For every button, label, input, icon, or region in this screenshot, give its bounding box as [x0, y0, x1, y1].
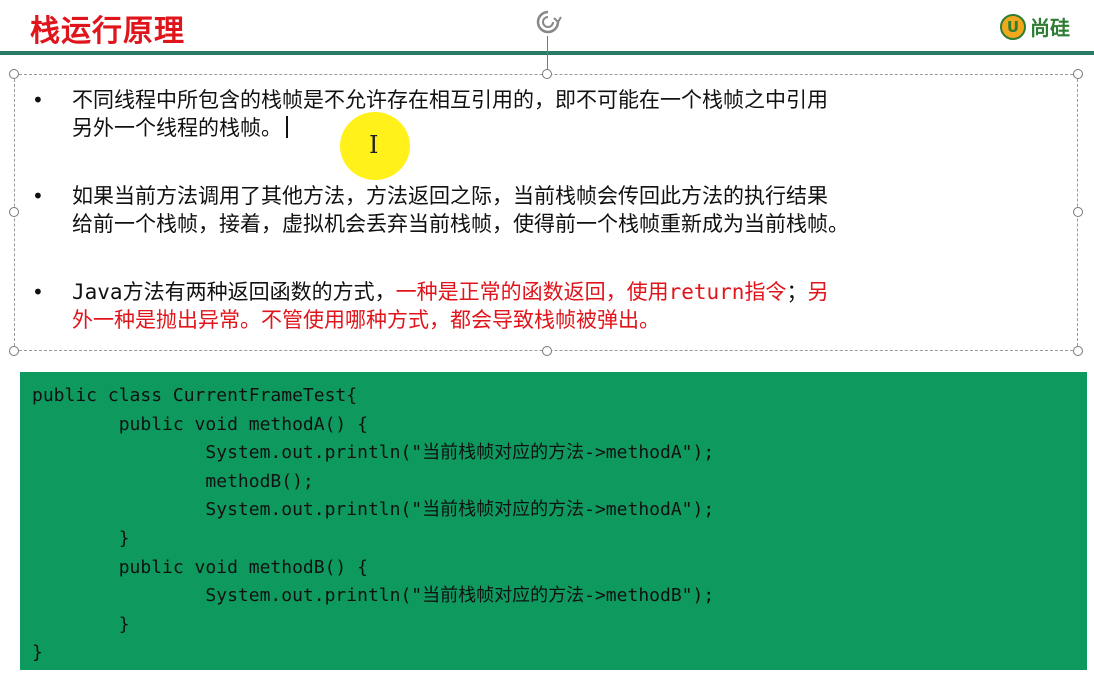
brand: U 尚硅	[1000, 12, 1070, 41]
rotate-handle-icon[interactable]	[534, 8, 562, 36]
text-caret	[286, 116, 288, 138]
code-line: System.out.println("当前栈帧对应的方法->methodB")…	[32, 585, 715, 607]
resize-handle-top-middle[interactable]	[542, 69, 552, 79]
brand-logo-icon: U	[1000, 13, 1026, 40]
code-line: System.out.println("当前栈帧对应的方法->methodA")…	[32, 442, 715, 464]
code-block[interactable]: public class CurrentFrameTest{ public vo…	[20, 372, 1087, 670]
code-line: public class CurrentFrameTest{	[32, 385, 358, 406]
code-line: System.out.println("当前栈帧对应的方法->methodA")…	[32, 499, 715, 521]
code-line: public void methodB() {	[32, 556, 368, 578]
bullet-item: • 不同线程中所包含的栈帧是不允许存在相互引用的，即不可能在一个栈帧之中引用 另…	[30, 86, 1080, 142]
resize-handle-top-right[interactable]	[1073, 69, 1083, 79]
bullet-text-line: 另外一个线程的栈帧。	[72, 114, 1080, 142]
bullet-item: • 如果当前方法调用了其他方法，方法返回之际，当前栈帧会传回此方法的执行结果 给…	[30, 182, 1080, 238]
bullet-text-line: 不同线程中所包含的栈帧是不允许存在相互引用的，即不可能在一个栈帧之中引用	[72, 88, 828, 112]
bullet-dot: •	[32, 280, 44, 304]
code-line: }	[32, 527, 130, 549]
resize-handle-bottom-left[interactable]	[9, 346, 19, 356]
slide-title: 栈运行原理	[30, 14, 185, 49]
resize-handle-middle-left[interactable]	[9, 207, 19, 217]
bullet-list[interactable]: • 不同线程中所包含的栈帧是不允许存在相互引用的，即不可能在一个栈帧之中引用 另…	[30, 86, 1080, 334]
code-line: public void methodA() {	[32, 413, 368, 435]
bullet-text-line: Java方法有两种返回函数的方式，一种是正常的函数返回，使用return指令；另	[72, 280, 829, 304]
bullet-dot: •	[32, 88, 44, 112]
resize-handle-bottom-middle[interactable]	[542, 346, 552, 356]
bullet-dot: •	[32, 184, 44, 208]
code-line: }	[32, 613, 130, 635]
brand-text: 尚硅	[1030, 16, 1070, 40]
bullet-item: • Java方法有两种返回函数的方式，一种是正常的函数返回，使用return指令…	[30, 278, 1080, 334]
bullet-text-line: 外一种是抛出异常。不管使用哪种方式，都会导致栈帧被弹出。	[72, 308, 660, 332]
ibeam-cursor-icon: I	[369, 131, 379, 159]
code-line: methodB();	[32, 470, 314, 492]
resize-handle-bottom-right[interactable]	[1073, 346, 1083, 356]
bullet-text-line: 如果当前方法调用了其他方法，方法返回之际，当前栈帧会传回此方法的执行结果	[72, 184, 828, 208]
resize-handle-top-left[interactable]	[9, 69, 19, 79]
bullet-text-line: 给前一个栈帧，接着，虚拟机会丢弃当前栈帧，使得前一个栈帧重新成为当前栈帧。	[72, 212, 849, 236]
code-line: }	[32, 642, 43, 664]
